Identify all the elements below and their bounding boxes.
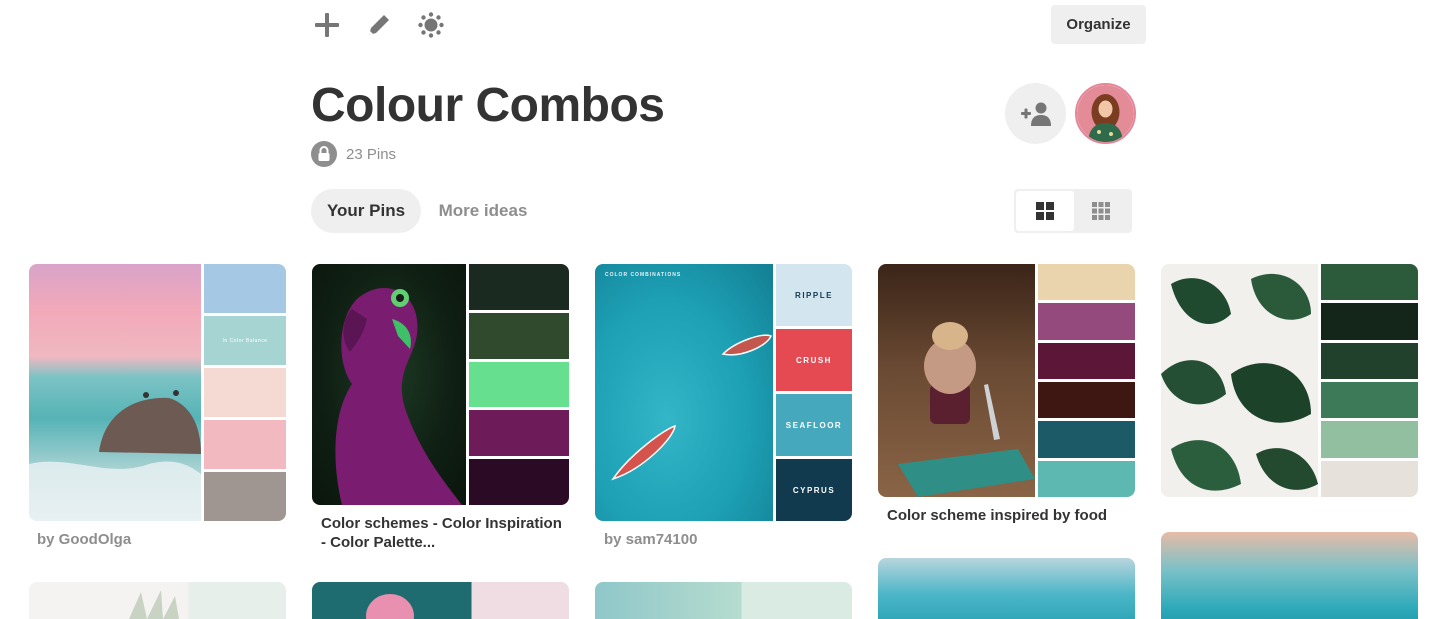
color-swatch — [1038, 460, 1135, 497]
pin-card[interactable] — [878, 558, 1135, 619]
grid-large-icon — [1036, 202, 1054, 220]
swatch-label: RIPPLE — [795, 290, 833, 300]
pin-caption[interactable]: Color scheme inspired by food — [887, 506, 1107, 525]
pin-caption[interactable]: Color schemes - Color Inspiration - Colo… — [321, 514, 566, 552]
color-swatch: RIPPLE — [776, 264, 852, 326]
color-swatch — [469, 312, 569, 359]
more-ideas-button[interactable] — [414, 8, 448, 42]
board-title: Colour Combos — [311, 79, 665, 132]
color-swatch: CYPRUS — [776, 459, 852, 521]
tab-more-ideas[interactable]: More ideas — [426, 189, 540, 233]
pin-count: 23 Pins — [346, 145, 397, 163]
pin-caption[interactable]: by sam74100 — [604, 530, 697, 549]
color-swatch — [204, 368, 286, 417]
pin-card[interactable] — [1161, 264, 1418, 497]
pin-photo — [878, 264, 1035, 497]
color-swatch — [469, 410, 569, 457]
pencil-icon — [369, 15, 389, 35]
color-palette — [1318, 264, 1418, 497]
board-meta: 23 Pins — [311, 141, 396, 167]
pin-photo — [366, 594, 414, 619]
color-swatch — [469, 361, 569, 408]
swatch-label: SEAFLOOR — [785, 420, 843, 430]
plus-icon — [315, 13, 339, 37]
pin-card[interactable] — [312, 264, 569, 505]
tab-your-pins[interactable]: Your Pins — [311, 189, 421, 233]
color-swatch — [1038, 381, 1135, 419]
color-swatch — [1321, 381, 1418, 419]
pin-photo: COLOR COMBINATIONS — [595, 264, 773, 521]
pin-card[interactable] — [595, 582, 852, 619]
pin-card[interactable] — [1161, 532, 1418, 619]
color-swatch: SEAFLOOR — [776, 394, 852, 456]
color-swatch: In Color Balance — [204, 316, 286, 365]
user-avatar-icon — [1077, 85, 1134, 142]
color-swatch — [204, 472, 286, 521]
color-swatch — [1038, 421, 1135, 458]
swatch-label: CRUSH — [796, 355, 832, 365]
add-person-icon — [1020, 102, 1051, 126]
pin-photo — [312, 264, 466, 505]
grid-large-view-button[interactable] — [1016, 191, 1074, 231]
color-swatch — [1321, 342, 1418, 379]
pin-card[interactable] — [29, 582, 286, 619]
pin-photo — [29, 264, 201, 521]
color-swatch — [204, 420, 286, 469]
grid-small-view-button[interactable] — [1072, 191, 1130, 231]
pin-card[interactable] — [312, 582, 569, 619]
lock-icon — [311, 141, 337, 167]
color-swatch — [1038, 303, 1135, 340]
invite-collaborator-button[interactable] — [1005, 83, 1066, 144]
color-palette — [466, 264, 569, 505]
color-swatch — [1321, 303, 1418, 340]
color-swatch: CRUSH — [776, 329, 852, 391]
color-swatch — [469, 264, 569, 310]
color-swatch — [204, 264, 286, 313]
color-swatch — [1038, 264, 1135, 301]
color-swatch — [1321, 460, 1418, 497]
swatch-label: CYPRUS — [792, 485, 836, 495]
pin-photo — [129, 590, 179, 619]
avatar[interactable] — [1075, 83, 1136, 144]
color-palette: RIPPLE CRUSH SEAFLOOR CYPRUS — [773, 264, 852, 521]
color-palette: In Color Balance — [201, 264, 286, 521]
color-swatch — [1321, 421, 1418, 458]
color-swatch — [1321, 264, 1418, 301]
color-palette — [1035, 264, 1135, 497]
palette-brand-text: In Color Balance — [222, 337, 268, 344]
sparkle-icon — [418, 12, 444, 38]
add-pin-button[interactable] — [310, 8, 344, 42]
pin-caption[interactable]: by GoodOlga — [37, 530, 131, 549]
pin-card[interactable]: In Color Balance — [29, 264, 286, 521]
pin-card[interactable] — [878, 264, 1135, 497]
color-swatch — [469, 459, 569, 505]
color-swatch — [1038, 342, 1135, 379]
photo-text: COLOR COMBINATIONS — [605, 272, 682, 278]
view-toggle — [1014, 189, 1132, 233]
edit-board-button[interactable] — [362, 8, 396, 42]
pin-card[interactable]: COLOR COMBINATIONS RIPPLE CRUSH SEAFLOOR… — [595, 264, 852, 521]
organize-button[interactable]: Organize — [1051, 5, 1146, 44]
grid-small-icon — [1092, 202, 1110, 220]
pin-photo — [1161, 264, 1318, 497]
